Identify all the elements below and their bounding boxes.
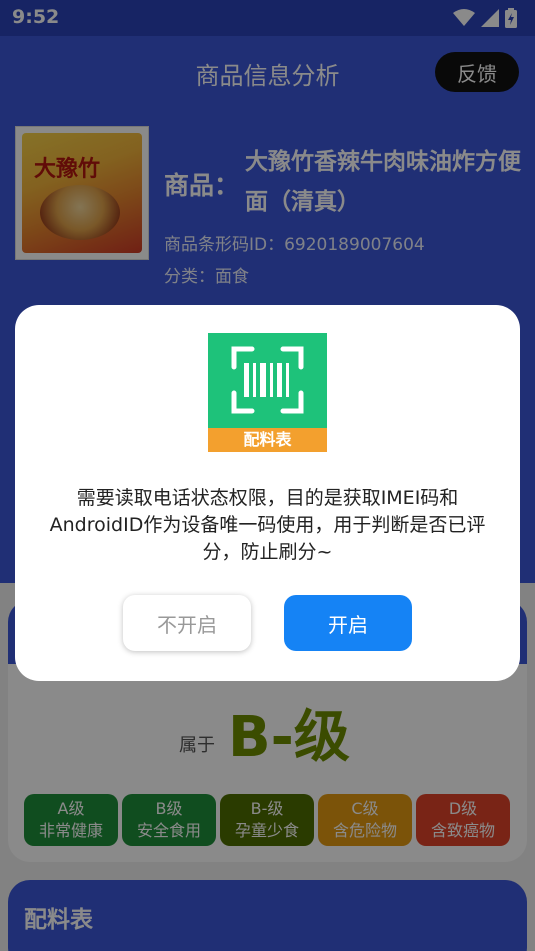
app-logo: 配料表 xyxy=(208,333,327,452)
app-logo-label: 配料表 xyxy=(208,428,327,452)
barcode-scan-icon xyxy=(231,346,304,414)
permission-message: 需要读取电话状态权限，目的是获取IMEI码和AndroidID作为设备唯一码使用… xyxy=(49,487,486,563)
permission-dialog: 配料表 需要读取电话状态权限，目的是获取IMEI码和AndroidID作为设备唯… xyxy=(15,305,520,681)
allow-button[interactable]: 开启 xyxy=(284,595,412,651)
deny-button[interactable]: 不开启 xyxy=(123,595,251,651)
